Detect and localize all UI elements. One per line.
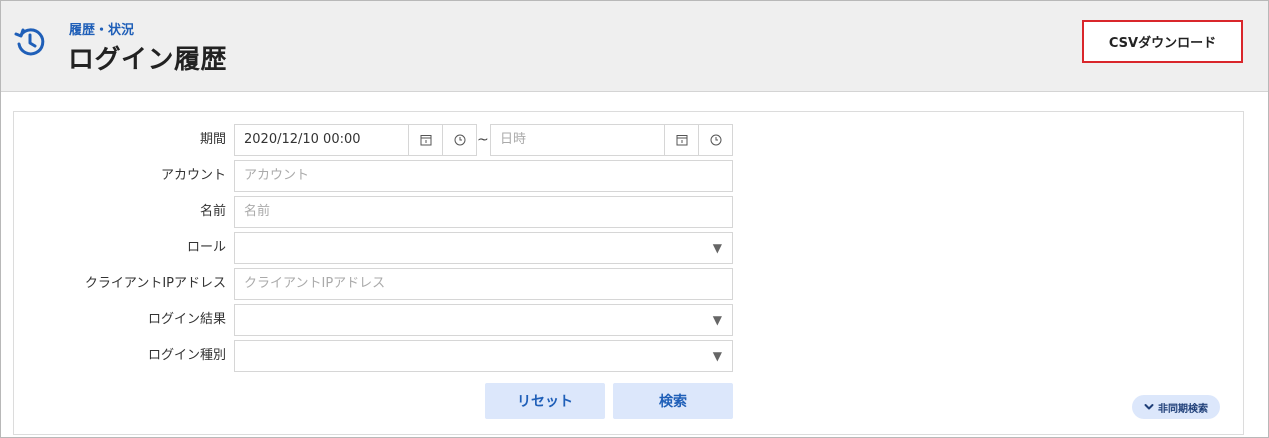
page-title: ログイン履歴 xyxy=(68,45,228,75)
chevron-down-icon xyxy=(1144,404,1154,410)
start-clock-button[interactable] xyxy=(443,124,477,156)
async-search-toggle[interactable]: 非同期検索 xyxy=(1132,395,1220,419)
search-panel: 期間 2020/12/10 00:00 ~ 日時 アカウント アカウント 名前 … xyxy=(13,111,1244,435)
client-ip-input[interactable]: クライアントIPアドレス xyxy=(234,268,733,300)
reset-button[interactable]: リセット xyxy=(485,383,605,419)
period-separator: ~ xyxy=(477,132,489,148)
page-header: 履歴・状況 ログイン履歴 CSVダウンロード xyxy=(1,1,1268,92)
login-type-select[interactable]: ▼ xyxy=(234,340,733,372)
chevron-down-icon: ▼ xyxy=(712,241,722,255)
name-input[interactable]: 名前 xyxy=(234,196,733,228)
name-row: 名前 名前 xyxy=(14,196,754,228)
clock-icon xyxy=(454,134,465,146)
calendar-icon xyxy=(676,135,687,146)
end-calendar-button[interactable] xyxy=(665,124,699,156)
period-row: 期間 2020/12/10 00:00 ~ 日時 xyxy=(14,124,754,156)
period-start-input[interactable]: 2020/12/10 00:00 xyxy=(234,124,409,156)
login-result-select[interactable]: ▼ xyxy=(234,304,733,336)
role-row: ロール ▼ xyxy=(14,232,754,264)
period-end-input[interactable]: 日時 xyxy=(490,124,665,156)
name-label: 名前 xyxy=(199,204,226,219)
csv-download-button[interactable]: CSVダウンロード xyxy=(1082,20,1243,63)
login-result-label: ログイン結果 xyxy=(147,312,226,327)
account-row: アカウント アカウント xyxy=(14,160,754,192)
clock-icon xyxy=(710,134,721,146)
client-ip-label: クライアントIPアドレス xyxy=(84,276,226,291)
period-label: 期間 xyxy=(199,132,226,147)
start-calendar-button[interactable] xyxy=(409,124,443,156)
chevron-down-icon: ▼ xyxy=(712,313,722,327)
login-result-row: ログイン結果 ▼ xyxy=(14,304,754,336)
breadcrumb[interactable]: 履歴・状況 xyxy=(69,19,134,38)
client-ip-row: クライアントIPアドレス クライアントIPアドレス xyxy=(14,268,754,300)
calendar-icon xyxy=(420,135,431,146)
account-input[interactable]: アカウント xyxy=(234,160,733,192)
chevron-down-icon: ▼ xyxy=(712,349,722,363)
login-type-row: ログイン種別 ▼ xyxy=(14,340,754,372)
login-type-label: ログイン種別 xyxy=(147,348,226,363)
history-icon xyxy=(14,28,45,56)
search-button[interactable]: 検索 xyxy=(613,383,733,419)
end-clock-button[interactable] xyxy=(699,124,733,156)
role-label: ロール xyxy=(186,240,226,255)
async-search-label: 非同期検索 xyxy=(1158,403,1208,415)
account-label: アカウント xyxy=(160,168,226,183)
role-select[interactable]: ▼ xyxy=(234,232,733,264)
